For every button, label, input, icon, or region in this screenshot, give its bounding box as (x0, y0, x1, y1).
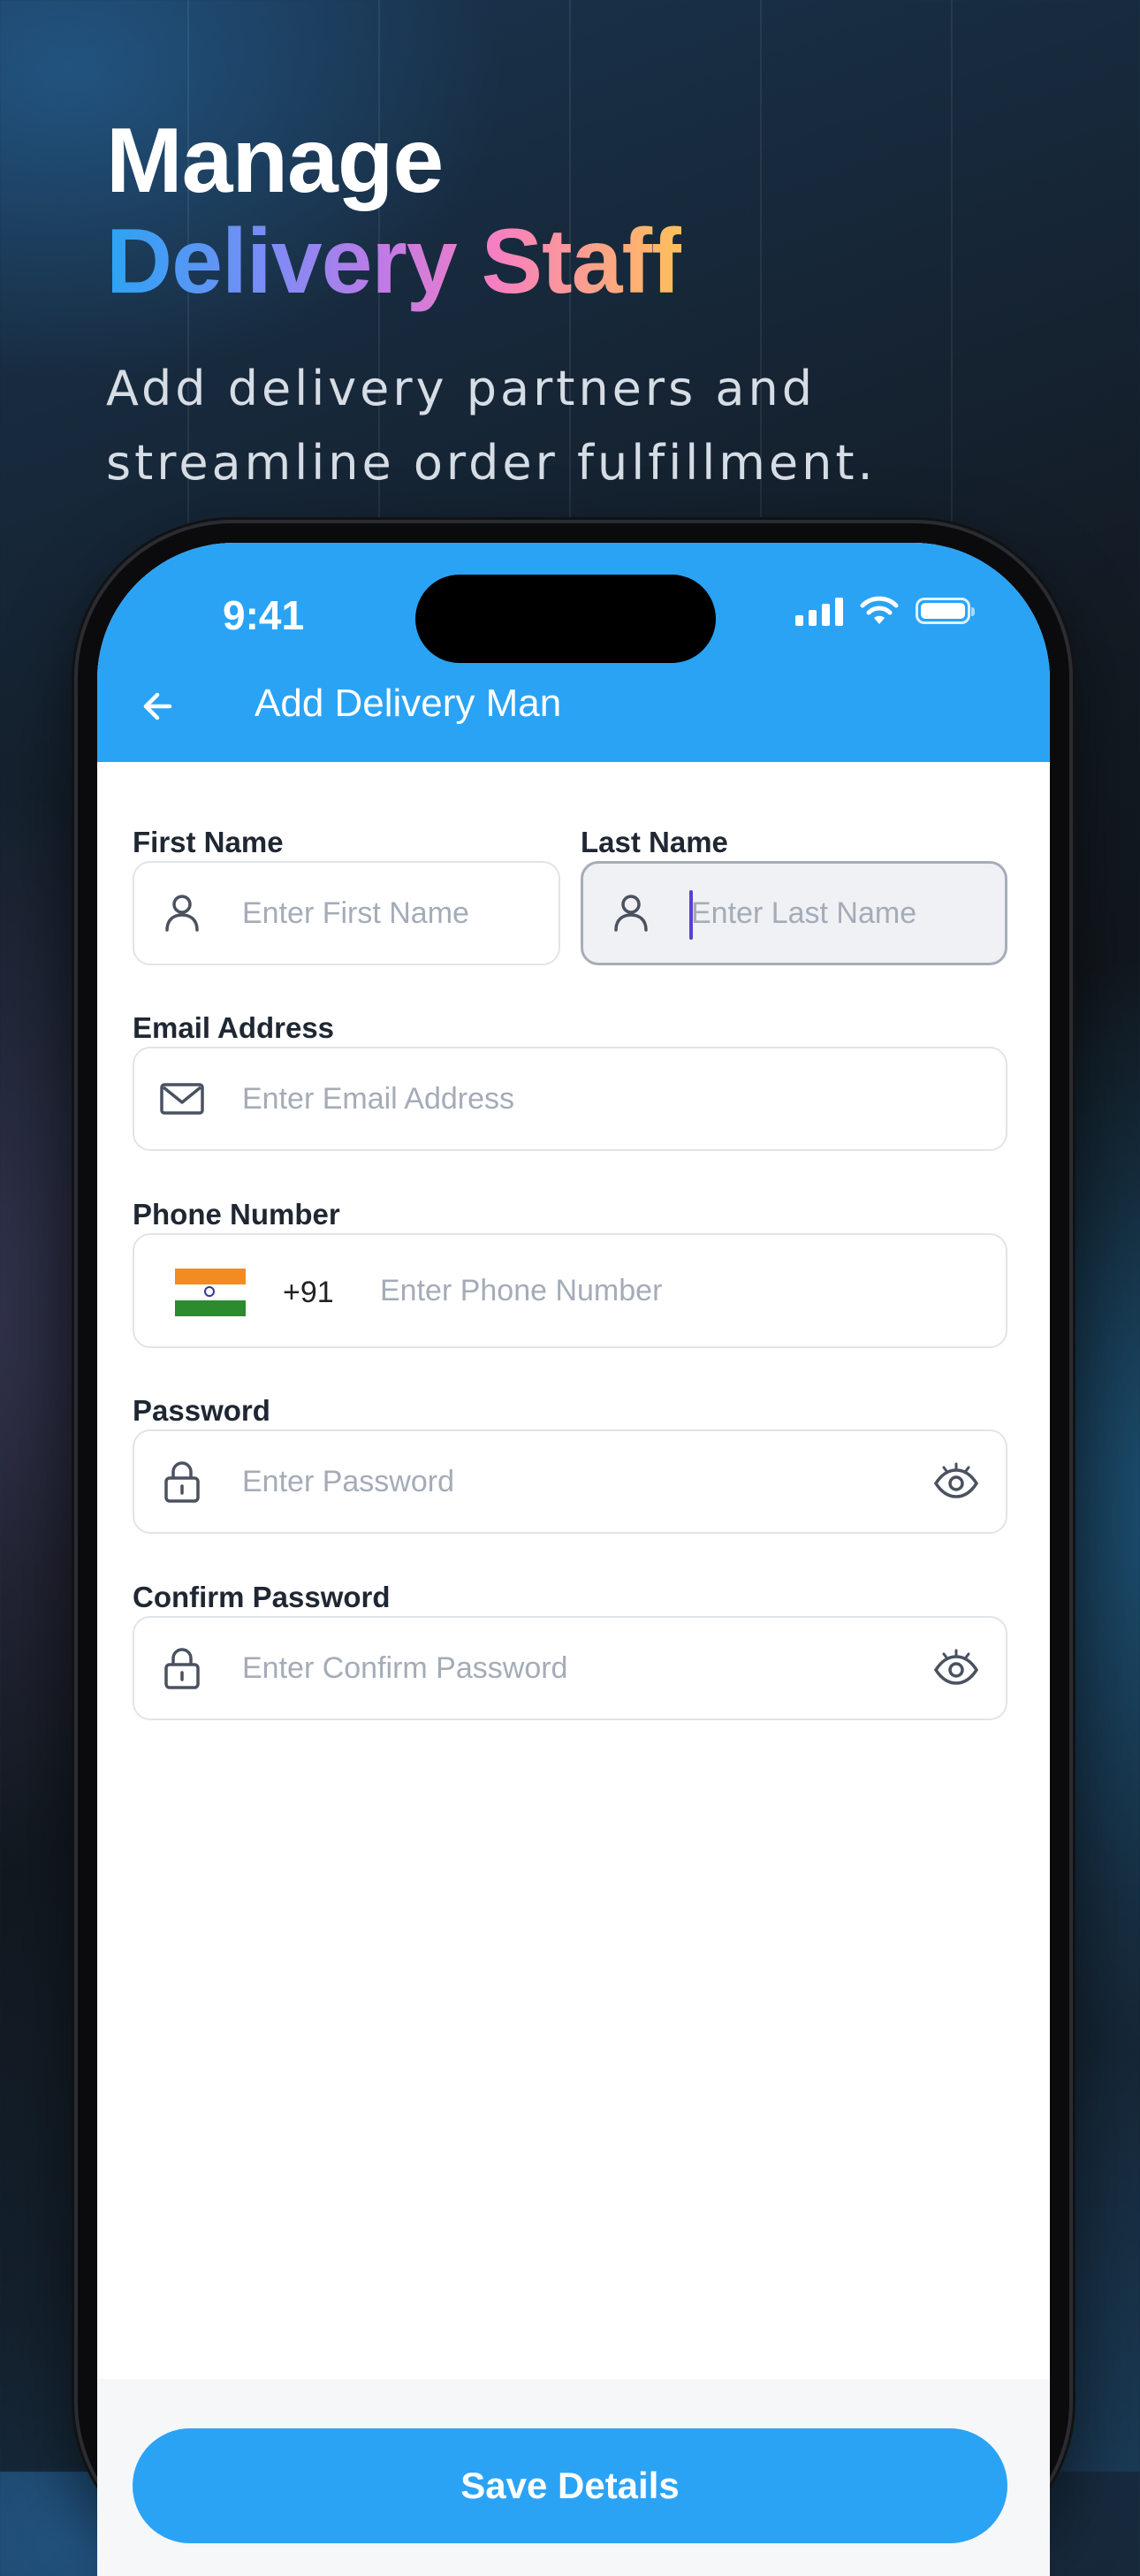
signal-icon (795, 596, 843, 626)
promo-subtitle: Add delivery partners and streamline ord… (106, 361, 877, 491)
wifi-icon (860, 596, 899, 624)
promo-headline: Manage Delivery Staff (106, 110, 682, 313)
confirm-password-input[interactable] (242, 1618, 853, 1719)
phone-label: Phone Number (133, 1198, 340, 1231)
promo-title-line2: Delivery Staff (106, 210, 682, 313)
person-icon (165, 895, 199, 932)
status-time: 9:41 (223, 592, 305, 638)
password-field[interactable] (133, 1429, 1007, 1534)
dynamic-island (415, 575, 716, 663)
email-label: Email Address (133, 1011, 335, 1044)
eye-icon[interactable] (931, 1457, 981, 1506)
email-input[interactable] (242, 1048, 853, 1149)
last-name-field[interactable] (581, 861, 1007, 965)
save-details-button[interactable]: Save Details (133, 2428, 1007, 2543)
status-icons (795, 596, 975, 626)
lock-icon (164, 1648, 200, 1689)
phone-mockup: 9:41 Add Delivery Man First Name Enter F… (78, 523, 1069, 2576)
email-field[interactable] (133, 1047, 1007, 1151)
back-arrow-icon[interactable] (133, 680, 186, 733)
last-name-label: Last Name (581, 826, 728, 858)
india-flag-icon[interactable] (175, 1269, 246, 1316)
last-name-input[interactable] (691, 864, 986, 963)
promo-title-line1: Manage (106, 110, 444, 212)
mail-icon (160, 1083, 204, 1115)
header-title: Add Delivery Man (255, 682, 562, 725)
first-name-field[interactable] (133, 861, 560, 965)
lock-icon (164, 1461, 200, 1503)
person-icon (614, 895, 648, 932)
phone-input[interactable] (380, 1235, 991, 1346)
confirm-password-label: Confirm Password (133, 1581, 391, 1613)
battery-icon (916, 598, 975, 624)
eye-icon[interactable] (931, 1643, 981, 1693)
password-input[interactable] (242, 1431, 853, 1532)
first-name-label: First Name (133, 826, 284, 858)
first-name-input[interactable] (242, 863, 539, 964)
country-code[interactable]: +91 (283, 1235, 334, 1350)
app-header: 9:41 Add Delivery Man (97, 543, 1050, 762)
phone-screen: 9:41 Add Delivery Man First Name Enter F… (97, 543, 1050, 2576)
phone-field[interactable]: +91 (133, 1233, 1007, 1348)
confirm-password-field[interactable] (133, 1616, 1007, 1720)
password-label: Password (133, 1394, 270, 1427)
